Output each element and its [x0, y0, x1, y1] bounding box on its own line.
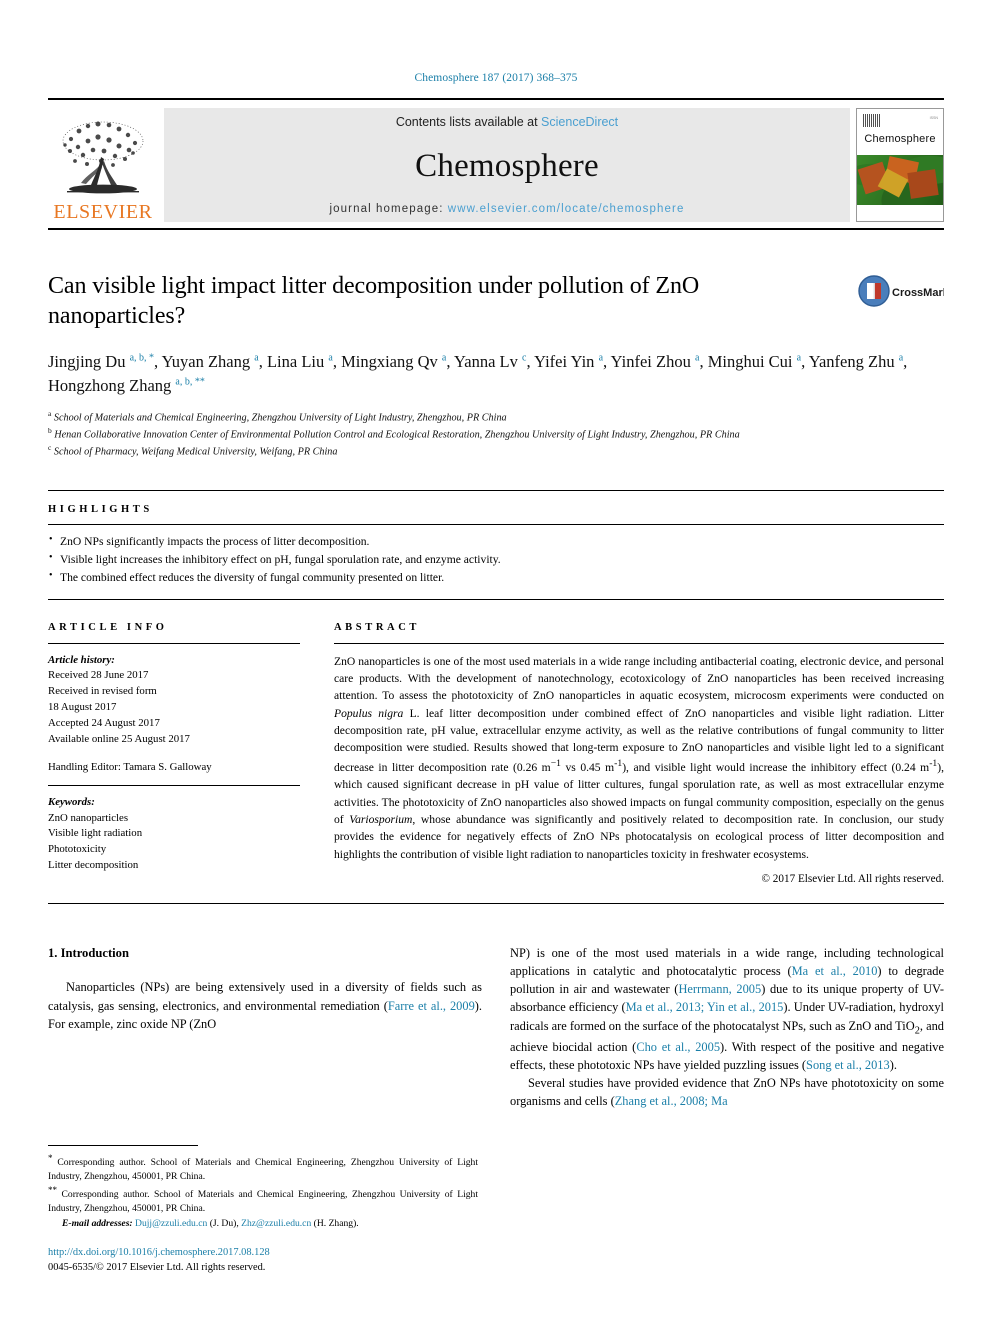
list-item: The combined effect reduces the diversit…	[48, 568, 944, 587]
cover-footer	[857, 211, 943, 221]
body-paragraph: Several studies have provided evidence t…	[510, 1076, 944, 1109]
handling-editor: Handling Editor: Tamara S. Galloway	[48, 760, 212, 773]
cover-leaf	[907, 169, 939, 199]
cover-artwork	[857, 155, 943, 205]
page-title: Can visible light impact litter decompos…	[48, 273, 700, 329]
body-paragraph: Nanoparticles (NPs) are being extensivel…	[48, 980, 483, 1031]
email-owner-zhang: (H. Zhang).	[313, 1218, 359, 1230]
journal-homepage-line: journal homepage: www.elsevier.com/locat…	[330, 203, 685, 215]
authors-list: Jingjing Du a, b, *, Yuyan Zhang a, Lina…	[48, 350, 944, 400]
sciencedirect-link[interactable]: ScienceDirect	[541, 115, 618, 129]
title-block: Can visible light impact litter decompos…	[48, 272, 944, 332]
doi-block: http://dx.doi.org/10.1016/j.chemosphere.…	[48, 1245, 478, 1275]
divider	[48, 903, 944, 905]
abstract-text: ZnO nanoparticles is one of the most use…	[334, 654, 944, 861]
history-item: Received in revised form	[48, 685, 157, 698]
history-item: Received 28 June 2017	[48, 669, 149, 682]
body-column-right: NP) is one of the most used materials in…	[510, 944, 944, 1110]
issn-copyright-line: 0045-6535/© 2017 Elsevier Ltd. All right…	[48, 1261, 266, 1273]
body-column-left: 1. Introduction Nanoparticles (NPs) are …	[48, 944, 482, 1110]
divider	[48, 1145, 198, 1147]
history-item: Available online 25 August 2017	[48, 732, 190, 745]
elsevier-wordmark: ELSEVIER	[53, 201, 153, 223]
affiliation-marker: a	[48, 409, 52, 418]
article-history: Article history: Received 28 June 2017 R…	[48, 653, 300, 748]
email-owner-du: (J. Du),	[209, 1218, 239, 1230]
divider	[334, 642, 944, 644]
cover-journal-name: Chemosphere	[864, 133, 936, 145]
affiliation-item: c School of Pharmacy, Weifang Medical Un…	[48, 443, 944, 460]
highlights-heading: HIGHLIGHTS	[48, 503, 153, 515]
keywords-block: Keywords: ZnO nanoparticles Visible ligh…	[48, 795, 300, 874]
abstract-column: ABSTRACT ZnO nanoparticles is one of the…	[334, 621, 945, 886]
authors-text: Jingjing Du a, b, *, Yuyan Zhang a, Lina…	[48, 351, 908, 396]
corresponding-author-note: ** Corresponding author. School of Mater…	[48, 1184, 478, 1214]
affiliation-marker: c	[48, 442, 52, 452]
section-heading-introduction: 1. Introduction	[48, 946, 129, 961]
email-link-du[interactable]: Dujj@zzuli.edu.cn	[135, 1218, 207, 1229]
copyright-line: © 2017 Elsevier Ltd. All rights reserved…	[761, 873, 945, 886]
keyword-item: Litter decomposition	[48, 859, 139, 872]
affiliation-item: b Henan Collaborative Innovation Center …	[48, 426, 944, 443]
affiliation-text: Henan Collaborative Innovation Center of…	[54, 429, 740, 441]
elsevier-logo: ELSEVIER	[48, 106, 158, 224]
contents-lists-prefix: Contents lists available at	[395, 115, 542, 129]
email-addresses-line: E-mail addresses: Dujj@zzuli.edu.cn (J. …	[48, 1217, 478, 1231]
running-head: Chemosphere 187 (2017) 368–375	[414, 72, 578, 84]
list-item: ZnO NPs significantly impacts the proces…	[48, 532, 944, 551]
article-info-column: ARTICLE INFO Article history: Received 2…	[48, 622, 300, 886]
affiliation-item: a School of Materials and Chemical Engin…	[48, 409, 944, 426]
keywords-label: Keywords:	[48, 795, 95, 808]
affiliation-marker: b	[48, 425, 52, 435]
corresponding-author-note: * Corresponding author. School of Materi…	[48, 1153, 478, 1183]
keyword-item: ZnO nanoparticles	[48, 811, 129, 824]
history-item: Accepted 24 August 2017	[48, 716, 160, 729]
homepage-url-link[interactable]: www.elsevier.com/locate/chemosphere	[448, 203, 685, 215]
journal-banner: Contents lists available at ScienceDirec…	[164, 108, 850, 222]
doi-link[interactable]: http://dx.doi.org/10.1016/j.chemosphere.…	[48, 1245, 478, 1260]
cover-header: ISSN	[857, 109, 943, 131]
divider	[48, 784, 300, 786]
list-item: Visible light increases the inhibitory e…	[48, 550, 944, 569]
journal-title: Chemosphere	[415, 147, 599, 184]
abstract-heading: ABSTRACT	[334, 621, 420, 633]
keyword-item: Phototoxicity	[48, 843, 107, 856]
title-text-wrap: Can visible light impact litter decompos…	[48, 272, 848, 332]
affiliation-text: School of Pharmacy, Weifang Medical Univ…	[53, 446, 338, 458]
divider	[48, 598, 944, 600]
contents-lists-line: Contents lists available at ScienceDirec…	[396, 115, 618, 129]
footnotes-block: * Corresponding author. School of Materi…	[48, 1145, 478, 1275]
info-abstract-row: ARTICLE INFO Article history: Received 2…	[48, 621, 945, 886]
body-paragraph: NP) is one of the most used materials in…	[510, 946, 944, 1073]
divider	[48, 523, 944, 525]
email-link-zhang[interactable]: Zhz@zzuli.edu.cn	[241, 1218, 311, 1229]
divider	[48, 642, 300, 644]
keyword-item: Visible light radiation	[48, 827, 143, 840]
svg-text:CrossMark: CrossMark	[892, 287, 944, 299]
homepage-prefix: journal homepage:	[329, 203, 448, 215]
history-item: 18 August 2017	[48, 701, 117, 714]
journal-cover-thumbnail: ISSN Chemosphere	[856, 108, 944, 222]
email-addresses-label: E-mail addresses:	[62, 1218, 133, 1230]
crossmark-icon[interactable]: CrossMark	[858, 274, 944, 308]
elsevier-tree-icon	[62, 121, 144, 194]
highlights-list: ZnO NPs significantly impacts the proces…	[48, 532, 944, 587]
crossmark-badge[interactable]: CrossMark	[848, 272, 944, 308]
article-history-label: Article history:	[48, 653, 115, 666]
article-info-heading: ARTICLE INFO	[48, 621, 168, 633]
affiliation-text: School of Materials and Chemical Enginee…	[53, 412, 507, 424]
affiliations-list: a School of Materials and Chemical Engin…	[48, 409, 944, 460]
journal-masthead: ELSEVIER Contents lists available at Sci…	[48, 98, 944, 230]
divider	[48, 489, 944, 491]
barcode-icon	[863, 114, 880, 127]
article-first-page: Chemosphere 187 (2017) 368–375 ELSEVIER …	[0, 0, 992, 1323]
cover-issue-label: ISSN	[929, 116, 938, 120]
body-columns: 1. Introduction Nanoparticles (NPs) are …	[48, 944, 944, 1110]
highlights-section: HIGHLIGHTS ZnO NPs significantly impacts…	[48, 489, 944, 600]
